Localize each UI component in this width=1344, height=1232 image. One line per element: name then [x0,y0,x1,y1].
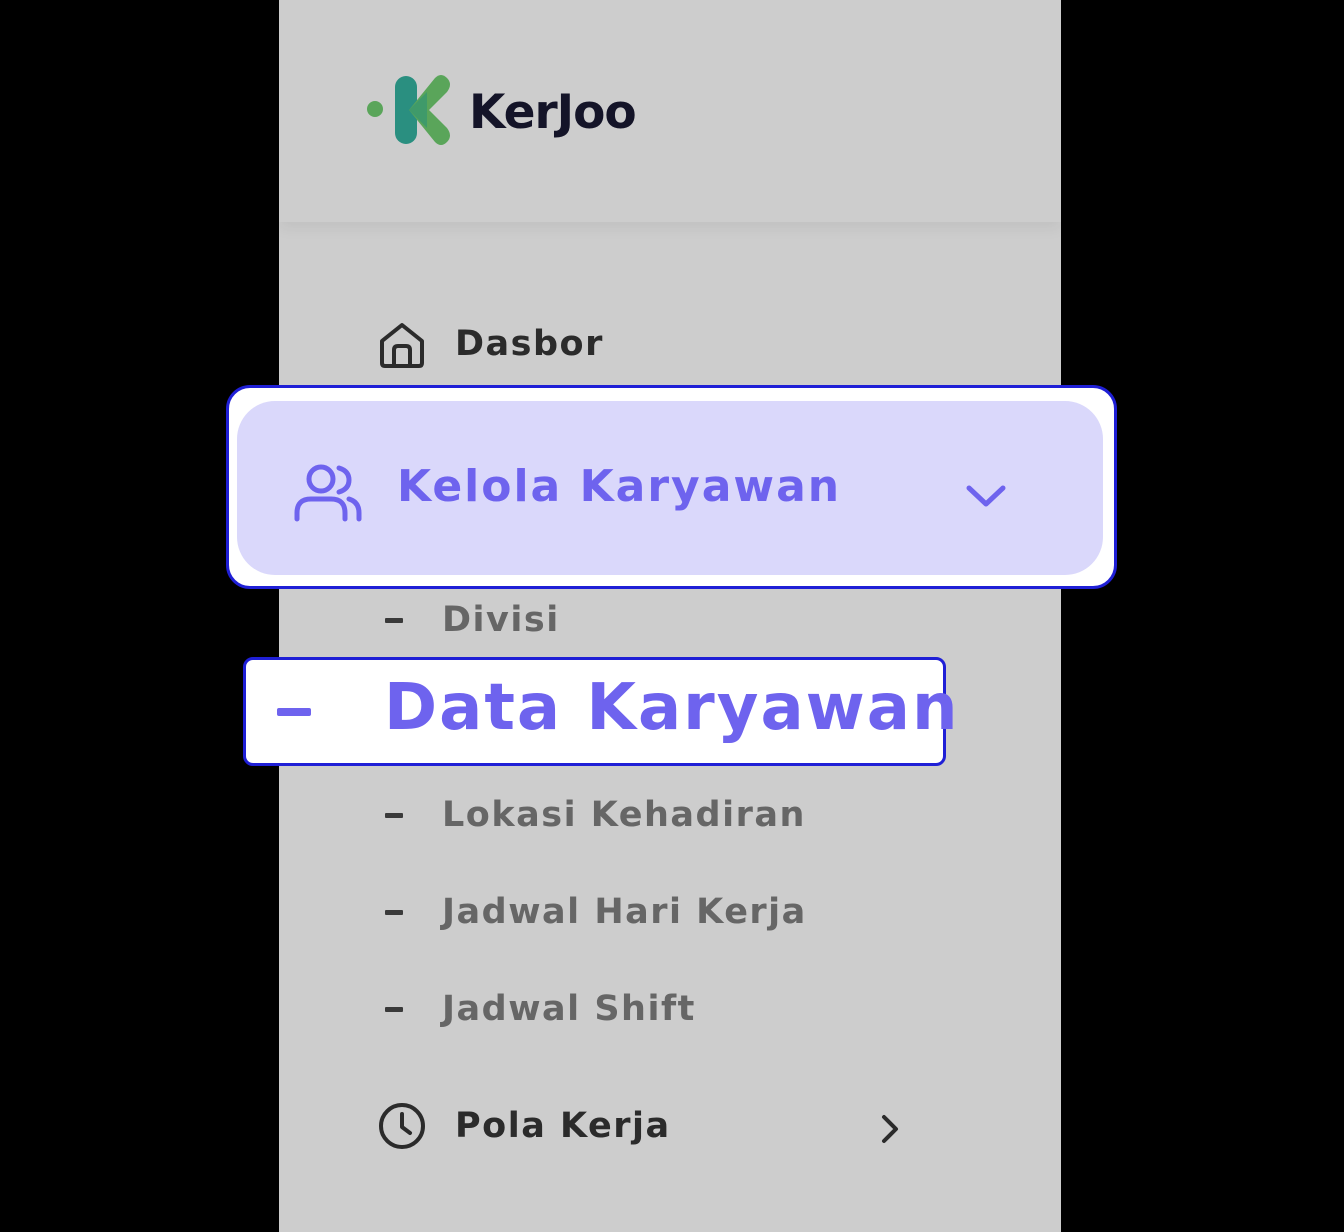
logo-header: KerJoo [279,0,1061,222]
dash-icon [385,1006,403,1012]
sidebar-item-label: Pola Kerja [455,1106,671,1146]
chevron-down-icon[interactable] [963,476,1009,516]
submenu-item-label: Data Karyawan [384,671,960,745]
clock-icon [379,1103,425,1149]
submenu-item-label: Divisi [442,600,560,640]
submenu-item-lokasi-kehadiran[interactable]: Lokasi Kehadiran [385,795,806,835]
dash-icon [277,708,311,716]
brand-name: KerJoo [469,84,637,140]
submenu-item-label: Jadwal Shift [442,989,696,1029]
kerjoo-logo-icon [367,75,450,145]
brand-logo[interactable]: KerJoo [365,72,637,148]
sidebar-item-label: Kelola Karyawan [397,461,842,512]
sidebar-item-pola-kerja[interactable]: Pola Kerja [377,1101,671,1151]
submenu-item-label: Jadwal Hari Kerja [442,892,807,932]
chevron-right-icon[interactable] [877,1112,903,1146]
submenu-item-jadwal-shift[interactable]: Jadwal Shift [385,989,696,1029]
sidebar-item-dasbor[interactable]: Dasbor [377,319,604,369]
sidebar-item-label: Dasbor [455,324,604,364]
sidebar: KerJoo Dasbor Divisi Lokasi Kehadiran Ja… [279,0,1061,1232]
home-icon [380,323,424,368]
screen: KerJoo Dasbor Divisi Lokasi Kehadiran Ja… [0,0,1344,1232]
dash-icon [385,617,403,623]
submenu-item-data-karyawan[interactable]: Data Karyawan [243,657,958,766]
dash-icon [385,909,403,915]
users-icon [294,464,362,522]
submenu-item-divisi[interactable]: Divisi [385,600,560,640]
submenu-item-jadwal-hari-kerja[interactable]: Jadwal Hari Kerja [385,892,807,932]
dash-icon [385,812,403,818]
submenu-item-label: Lokasi Kehadiran [442,795,806,835]
active-item-background: Kelola Karyawan [237,401,1103,575]
sidebar-item-kelola-karyawan[interactable]: Kelola Karyawan [226,385,1117,589]
